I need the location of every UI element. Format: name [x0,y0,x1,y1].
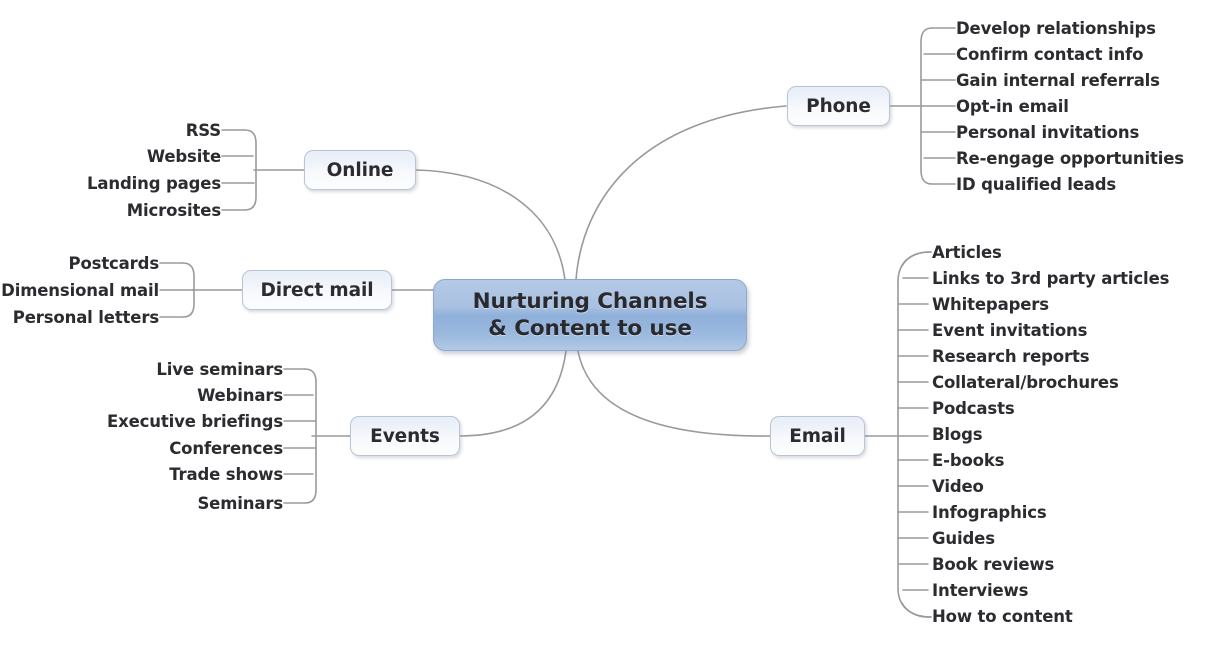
branch-node-email[interactable]: Email [770,416,865,456]
link-online-spine [244,129,257,211]
link-phone-spine [920,27,933,185]
link-center-events [459,350,567,437]
leaf-direct-mail-0[interactable]: Postcards [69,255,160,273]
leaf-phone-6[interactable]: ID qualified leads [956,176,1116,194]
leaf-phone-3[interactable]: Opt-in email [956,98,1069,116]
leaf-email-3[interactable]: Event invitations [932,322,1087,340]
leaf-email-2[interactable]: Whitepapers [932,296,1049,314]
leaf-online-3[interactable]: Microsites [127,202,221,220]
leaf-direct-mail-1[interactable]: Dimensional mail [1,282,159,300]
branch-label-online: Online [326,159,394,181]
leaf-email-10[interactable]: Infographics [932,504,1047,522]
branch-node-direct-mail[interactable]: Direct mail [242,270,392,310]
leaf-email-5[interactable]: Collateral/brochures [932,374,1119,392]
leaf-email-14[interactable]: How to content [932,608,1073,626]
link-center-online [415,169,566,281]
leaf-email-1[interactable]: Links to 3rd party articles [932,270,1169,288]
leaf-email-13[interactable]: Interviews [932,582,1028,600]
leaf-events-2[interactable]: Executive briefings [107,413,283,431]
link-email-spine [897,251,932,618]
leaf-events-4[interactable]: Trade shows [169,466,283,484]
leaf-email-6[interactable]: Podcasts [932,400,1015,418]
leaf-email-9[interactable]: Video [932,478,984,496]
link-center-email [577,350,771,437]
leaf-events-3[interactable]: Conferences [169,440,283,458]
branch-label-events: Events [370,425,440,447]
leaf-events-0[interactable]: Live seminars [156,361,283,379]
leaf-email-0[interactable]: Articles [932,244,1002,262]
branch-label-email: Email [789,425,846,447]
leaf-online-0[interactable]: RSS [186,122,221,140]
leaf-phone-0[interactable]: Develop relationships [956,20,1156,38]
mindmap-canvas: Nurturing Channels & Content to use Phon… [0,0,1222,645]
branch-node-phone[interactable]: Phone [787,86,890,126]
link-email-hook-14 [901,602,929,618]
leaf-phone-1[interactable]: Confirm contact info [956,46,1143,64]
branch-label-direct-mail: Direct mail [260,279,374,301]
leaf-online-1[interactable]: Website [147,148,221,166]
leaf-phone-5[interactable]: Re-engage opportunities [956,150,1184,168]
link-directmail-spine [182,262,195,318]
branch-node-online[interactable]: Online [304,150,416,190]
central-title-line-2: & Content to use [488,316,692,341]
branch-node-events[interactable]: Events [350,416,460,456]
link-center-phone [575,105,787,281]
leaf-phone-4[interactable]: Personal invitations [956,124,1139,142]
central-node[interactable]: Nurturing Channels & Content to use [433,279,747,351]
branch-label-phone: Phone [806,95,871,117]
leaf-email-4[interactable]: Research reports [932,348,1090,366]
leaf-email-12[interactable]: Book reviews [932,556,1054,574]
leaf-direct-mail-2[interactable]: Personal letters [13,309,159,327]
leaf-email-7[interactable]: Blogs [932,426,983,444]
leaf-events-1[interactable]: Webinars [197,387,283,405]
leaf-email-8[interactable]: E-books [932,452,1005,470]
leaf-email-11[interactable]: Guides [932,530,995,548]
leaf-online-2[interactable]: Landing pages [87,175,221,193]
link-email-hook-0 [901,251,929,267]
leaf-phone-2[interactable]: Gain internal referrals [956,72,1160,90]
link-events-spine [304,368,317,504]
central-title-line-1: Nurturing Channels [472,288,708,314]
leaf-events-5[interactable]: Seminars [197,495,283,513]
